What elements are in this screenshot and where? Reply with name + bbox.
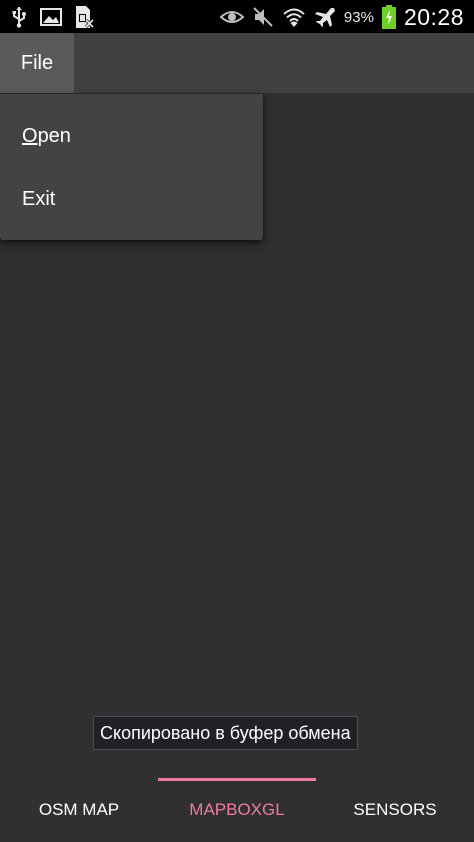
menu-item-open[interactable]: Open — [0, 105, 263, 167]
wifi-icon — [282, 6, 306, 28]
image-icon — [40, 7, 62, 27]
menu-item-exit-label: Exit — [22, 187, 56, 210]
battery-percentage: 93% — [343, 8, 374, 26]
status-left-icons — [10, 5, 94, 29]
file-dropdown-menu: Open Exit — [0, 94, 263, 240]
menu-item-open-label: pen — [37, 124, 71, 147]
status-bar: 93% 20:28 — [0, 0, 474, 33]
airplane-icon — [314, 6, 336, 28]
bottom-tab-bar: OSM MAP MAPBOXGL SENSORS — [0, 778, 474, 842]
eye-icon — [219, 9, 244, 25]
menu-item-open-mnemonic: O — [22, 124, 38, 147]
toast-message: Скопировано в буфер обмена — [93, 716, 358, 750]
clock: 20:28 — [403, 3, 464, 30]
mute-icon — [252, 6, 274, 28]
usb-icon — [10, 6, 28, 28]
status-right-icons: 93% 20:28 — [219, 3, 464, 31]
file-menu-button[interactable]: File — [0, 33, 74, 93]
tab-mapboxgl[interactable]: MAPBOXGL — [158, 778, 316, 842]
tab-osm-map[interactable]: OSM MAP — [0, 778, 158, 842]
sim-card-icon — [74, 5, 94, 29]
app-bar: File — [0, 33, 474, 93]
menu-item-exit[interactable]: Exit — [0, 168, 263, 230]
battery-charging-icon — [381, 5, 396, 29]
tab-sensors[interactable]: SENSORS — [316, 778, 474, 842]
